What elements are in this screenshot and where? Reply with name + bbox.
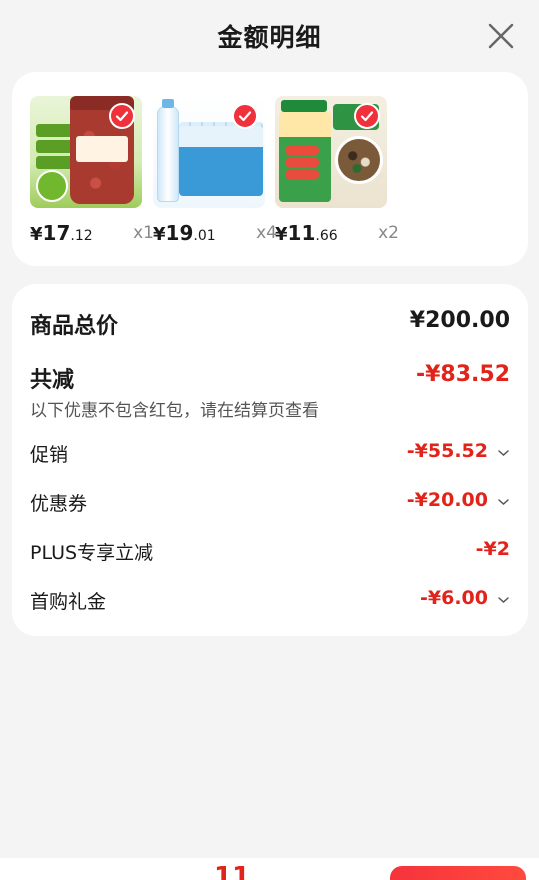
product-item[interactable]: ¥11.66 x2 bbox=[275, 96, 399, 245]
chevron-down-icon[interactable] bbox=[496, 442, 510, 464]
product-quantity: x4 bbox=[256, 223, 277, 243]
selected-check-icon[interactable] bbox=[232, 103, 258, 129]
coupon-label: 优惠券 bbox=[30, 493, 88, 515]
total-price-value: ¥200.00 bbox=[409, 308, 510, 333]
total-discount-label: 共减 bbox=[30, 368, 75, 393]
summary-card: 商品总价 ¥200.00 共减 -¥83.52 以下优惠不包含红包，请在结算页查… bbox=[12, 284, 528, 636]
product-item[interactable]: ¥19.01 x4 bbox=[153, 96, 277, 245]
discount-row-coupon[interactable]: 优惠券 -¥20.00 bbox=[30, 489, 510, 519]
first-purchase-label: 首购礼金 bbox=[30, 591, 107, 613]
product-item[interactable]: ¥17.12 x1 bbox=[30, 96, 154, 245]
total-price-row: 商品总价 ¥200.00 bbox=[30, 308, 510, 339]
promotion-label: 促销 bbox=[30, 444, 69, 466]
header: 金额明细 bbox=[0, 0, 539, 72]
product-image bbox=[153, 96, 265, 208]
plus-discount-value: -¥2 bbox=[475, 538, 510, 560]
total-discount-row: 共减 -¥83.52 bbox=[30, 362, 510, 393]
footer-amount: 11 bbox=[214, 862, 251, 880]
discount-note: 以下优惠不包含红包，请在结算页查看 bbox=[30, 401, 319, 421]
checkout-button[interactable] bbox=[390, 866, 526, 880]
discount-row-plus: PLUS专享立减 -¥2 bbox=[30, 538, 510, 568]
selected-check-icon[interactable] bbox=[354, 103, 380, 129]
total-price-label: 商品总价 bbox=[30, 314, 119, 339]
coupon-value: -¥20.00 bbox=[406, 489, 488, 511]
footer-bar: 11 bbox=[0, 858, 539, 880]
product-price: ¥19.01 bbox=[153, 221, 216, 245]
total-discount-value: -¥83.52 bbox=[415, 362, 510, 387]
plus-discount-label: PLUS专享立减 bbox=[30, 542, 154, 564]
selected-check-icon[interactable] bbox=[109, 103, 135, 129]
discount-row-promotion[interactable]: 促销 -¥55.52 bbox=[30, 440, 510, 470]
product-price: ¥17.12 bbox=[30, 221, 93, 245]
close-icon[interactable] bbox=[487, 22, 515, 50]
chevron-down-icon[interactable] bbox=[496, 491, 510, 513]
product-price: ¥11.66 bbox=[275, 221, 338, 245]
first-purchase-value: -¥6.00 bbox=[420, 587, 488, 609]
product-image bbox=[30, 96, 142, 208]
product-quantity: x1 bbox=[133, 223, 154, 243]
products-card: ¥17.12 x1 ¥19.01 x4 ¥11.66 x2 bbox=[12, 72, 528, 266]
product-image bbox=[275, 96, 387, 208]
chevron-down-icon[interactable] bbox=[496, 589, 510, 611]
promotion-value: -¥55.52 bbox=[406, 440, 488, 462]
page-title: 金额明细 bbox=[217, 23, 322, 52]
discount-row-first-purchase[interactable]: 首购礼金 -¥6.00 bbox=[30, 587, 510, 617]
product-quantity: x2 bbox=[378, 223, 399, 243]
